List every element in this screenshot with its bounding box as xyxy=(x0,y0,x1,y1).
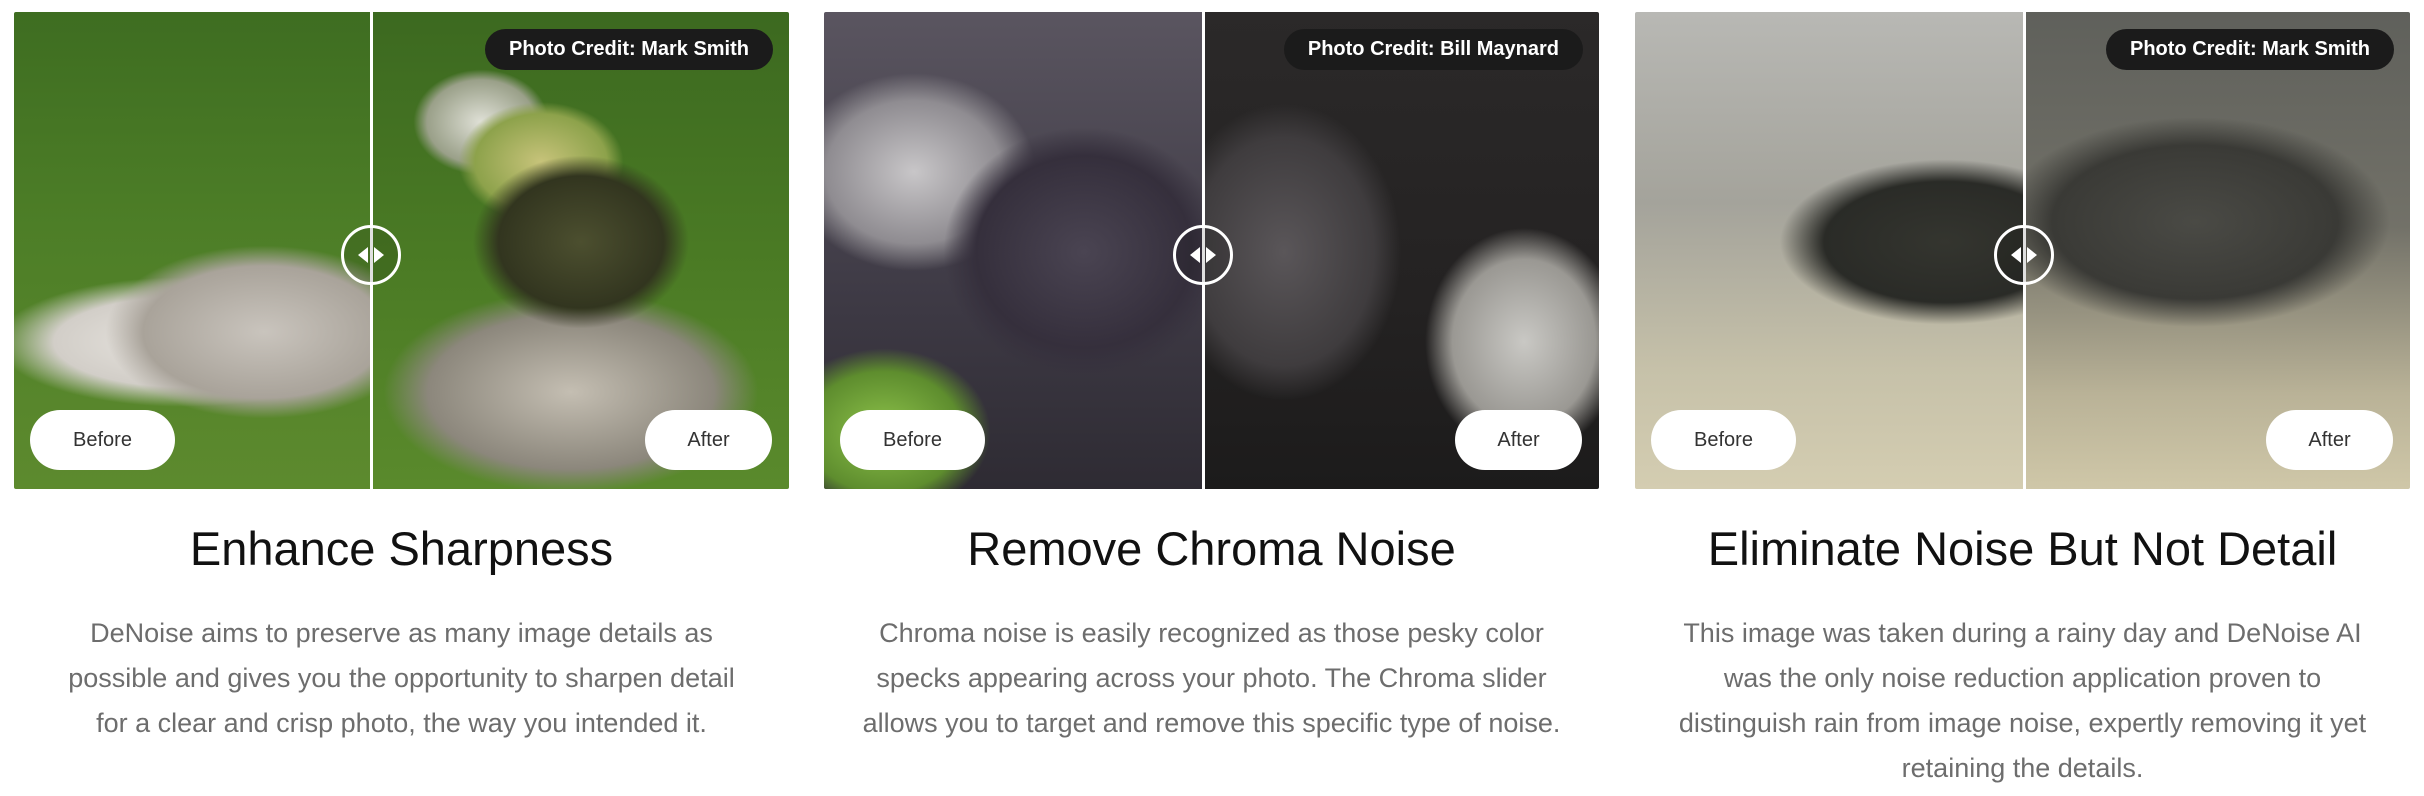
after-label: After xyxy=(645,410,772,470)
before-after-slider[interactable]: Photo Credit: Mark Smith Before After xyxy=(1635,12,2410,489)
before-after-slider[interactable]: Photo Credit: Mark Smith Before After xyxy=(14,12,789,489)
before-after-slider[interactable]: Photo Credit: Bill Maynard Before After xyxy=(824,12,1599,489)
feature-description: This image was taken during a rainy day … xyxy=(1678,618,2367,783)
feature-card-noise-detail: Photo Credit: Mark Smith Before After El… xyxy=(1635,12,2410,791)
feature-description: DeNoise aims to preserve as many image d… xyxy=(68,618,735,738)
feature-description: Chroma noise is easily recognized as tho… xyxy=(862,618,1561,738)
feature-card-chroma-noise: Photo Credit: Bill Maynard Before After … xyxy=(824,12,1599,746)
arrow-left-icon xyxy=(2011,247,2021,263)
feature-card-sharpness: Photo Credit: Mark Smith Before After En… xyxy=(14,12,789,746)
before-label: Before xyxy=(840,410,985,470)
slider-handle-icon[interactable] xyxy=(1173,225,1233,285)
after-label: After xyxy=(2266,410,2393,470)
arrow-left-icon xyxy=(1190,247,1200,263)
arrow-right-icon xyxy=(2027,247,2037,263)
feature-title: Eliminate Noise But Not Detail xyxy=(1707,522,2338,575)
arrow-right-icon xyxy=(1206,247,1216,263)
feature-cards: Photo Credit: Mark Smith Before After En… xyxy=(0,0,2424,796)
feature-title: Remove Chroma Noise xyxy=(967,522,1456,575)
after-label: After xyxy=(1455,410,1582,470)
before-label: Before xyxy=(1651,410,1796,470)
arrow-left-icon xyxy=(358,247,368,263)
photo-credit-badge: Photo Credit: Mark Smith xyxy=(484,29,773,70)
slider-handle-icon[interactable] xyxy=(1994,225,2054,285)
slider-handle-icon[interactable] xyxy=(341,225,401,285)
arrow-right-icon xyxy=(374,247,384,263)
before-label: Before xyxy=(30,410,175,470)
feature-title: Enhance Sharpness xyxy=(189,522,614,575)
photo-credit-badge: Photo Credit: Bill Maynard xyxy=(1283,29,1583,70)
photo-credit-badge: Photo Credit: Mark Smith xyxy=(2105,29,2394,70)
